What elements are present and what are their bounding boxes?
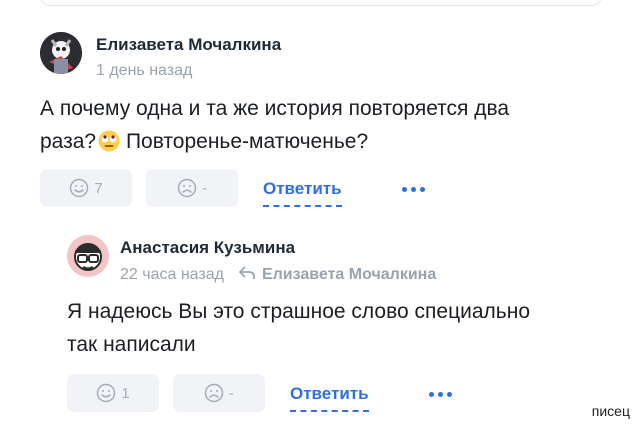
comment-text: А почему одна и та же история повторяетс… — [40, 92, 620, 158]
comment-meta: 22 часа назад Елизавета Мочалкина — [120, 265, 436, 284]
comment-text-line: так написали — [67, 333, 196, 356]
previous-comment-edge — [40, 0, 602, 6]
comment-timestamp: 1 день назад — [96, 62, 193, 79]
comment-text-line: Я надеюсь Вы это страшное слово специаль… — [67, 300, 530, 323]
smile-icon — [97, 383, 116, 403]
like-button[interactable]: 1 — [67, 374, 159, 412]
comment-timestamp: 22 часа назад — [120, 266, 224, 283]
frown-icon — [204, 383, 224, 403]
avatar[interactable] — [40, 32, 82, 74]
frown-icon — [177, 178, 197, 198]
comment-author[interactable]: Елизавета Мочалкина — [96, 35, 281, 55]
more-options-icon[interactable] — [402, 187, 425, 192]
watermark: писец — [591, 403, 630, 419]
more-options-icon[interactable] — [429, 392, 452, 397]
smile-icon — [70, 178, 89, 198]
reply-button[interactable]: Ответить — [290, 384, 369, 412]
comment-text-line: раза? Повторенье-матюченье? — [40, 125, 620, 158]
dislike-button[interactable]: - — [173, 374, 265, 412]
dislike-count: - — [229, 384, 234, 402]
reply-button[interactable]: Ответить — [263, 179, 342, 207]
comment-text-fragment: Повторенье-матюченье? — [120, 130, 369, 153]
rolling-eyes-emoji-icon — [98, 130, 120, 152]
like-count: 1 — [121, 384, 130, 402]
comment-text: Я надеюсь Вы это страшное слово специаль… — [67, 295, 627, 361]
avatar[interactable] — [67, 235, 109, 277]
comment-text-line: А почему одна и та же история повторяетс… — [40, 97, 510, 120]
dislike-button[interactable]: - — [146, 169, 238, 207]
like-button[interactable]: 7 — [40, 169, 132, 207]
avatar-image — [67, 235, 109, 277]
avatar-image — [40, 32, 82, 74]
dislike-count: - — [202, 179, 207, 197]
like-count: 7 — [94, 179, 103, 197]
reply-arrow-icon — [239, 266, 255, 279]
comment-author[interactable]: Анастасия Кузьмина — [120, 238, 295, 258]
comment-text-fragment: раза? — [40, 130, 97, 153]
comments-page: Елизавета Мочалкина 1 день назад А почем… — [0, 0, 640, 425]
reply-to-author[interactable]: Елизавета Мочалкина — [262, 266, 436, 283]
